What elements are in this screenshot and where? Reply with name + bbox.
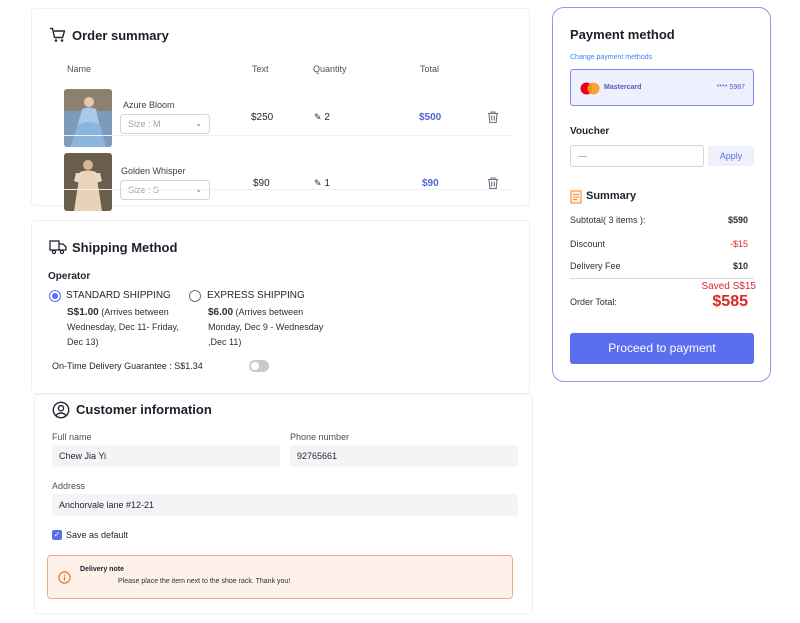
- shipping-option-label: EXPRESS SHIPPING: [207, 290, 305, 301]
- card-number: **** 5987: [716, 84, 745, 91]
- info-icon: [58, 571, 71, 584]
- delivery-fee-label: Delivery Fee: [570, 261, 621, 271]
- product-price: $250: [251, 112, 274, 123]
- shipping-option-price: S$1.00: [67, 307, 99, 318]
- shipping-option-detail: $6.00 (Arrives between Monday, Dec 9 - W…: [208, 305, 323, 350]
- delivery-guarantee-toggle[interactable]: [249, 360, 269, 372]
- delivery-note: Delivery note Please place the item next…: [47, 555, 513, 599]
- shipping-method-card: Shipping Method Operator STANDARD SHIPPI…: [31, 220, 530, 394]
- cart-icon: [50, 27, 66, 42]
- shipping-method-title: Shipping Method: [72, 240, 178, 255]
- order-total-label: Order Total:: [570, 297, 617, 307]
- radio-express-shipping[interactable]: [189, 290, 201, 302]
- change-payment-link[interactable]: Change payment methods: [570, 54, 652, 61]
- order-summary-title: Order summary: [72, 28, 169, 43]
- size-select[interactable]: Size : M ⌄: [120, 114, 210, 134]
- trash-icon[interactable]: [486, 110, 500, 124]
- column-header-text: Text: [252, 64, 269, 74]
- shipping-option-detail-3: Dec 13): [67, 337, 99, 347]
- customer-info-title: Customer information: [76, 402, 212, 417]
- radio-standard-shipping[interactable]: [49, 290, 61, 302]
- pencil-icon: ✎: [314, 112, 322, 122]
- subtotal-value: $590: [727, 215, 748, 225]
- shipping-option-detail-3: ,Dec 11): [208, 337, 242, 347]
- size-select-value: Size : S: [128, 185, 160, 195]
- subtotal-label: Subtotal( 3 items ):: [570, 215, 646, 225]
- discount-value: -$15: [729, 239, 748, 249]
- quantity-edit[interactable]: ✎ 2: [314, 112, 330, 123]
- quantity-value: 2: [324, 112, 330, 123]
- address-label: Address: [52, 481, 86, 491]
- size-select[interactable]: Size : S ⌄: [120, 180, 210, 200]
- voucher-input[interactable]: ---: [570, 145, 704, 167]
- truck-icon: [49, 240, 67, 255]
- full-name-label: Full name: [52, 432, 92, 442]
- order-summary-card: Order summary Name Text Quantity Total A…: [31, 8, 530, 211]
- column-header-name: Name: [67, 64, 92, 74]
- row-total: $90: [422, 178, 439, 189]
- shipping-option-detail-1: (Arrives between: [101, 307, 169, 317]
- shipping-option-label: STANDARD SHIPPING: [66, 290, 171, 301]
- delivery-note-text: Please place the item next to the shoe r…: [118, 578, 291, 585]
- column-header-total: Total: [420, 64, 440, 74]
- chevron-down-icon: ⌄: [195, 119, 202, 128]
- row-divider: [64, 135, 514, 136]
- quantity-value: 1: [324, 178, 330, 189]
- delivery-note-title: Delivery note: [80, 566, 124, 573]
- saved-amount: Saved S$15: [701, 281, 757, 292]
- customer-info-card: Customer information Full name Chew Jia …: [34, 394, 533, 614]
- product-image-azure-bloom: [64, 89, 112, 147]
- save-default-label: Save as default: [66, 530, 129, 540]
- card-brand: Mastercard: [604, 84, 642, 91]
- product-name: Golden Whisper: [121, 166, 186, 176]
- column-header-quantity: Quantity: [313, 64, 347, 74]
- shipping-option-detail-2: Monday, Dec 9 - Wednesday: [208, 322, 324, 332]
- product-image-golden-whisper: [64, 153, 112, 211]
- trash-icon[interactable]: [486, 176, 500, 190]
- summary-divider: [570, 278, 754, 279]
- size-select-value: Size : M: [128, 119, 161, 129]
- delivery-fee-value: $10: [732, 261, 748, 271]
- user-circle-icon: [52, 401, 70, 419]
- shipping-option-detail-2: Wednesday, Dec 11- Friday,: [67, 322, 179, 332]
- proceed-to-payment-button[interactable]: Proceed to payment: [570, 333, 754, 364]
- row-divider: [64, 189, 514, 190]
- summary-title: Summary: [586, 190, 637, 202]
- address-field[interactable]: Anchorvale lane #12-21: [52, 494, 518, 516]
- operator-label: Operator: [48, 271, 91, 282]
- apply-voucher-button[interactable]: Apply: [708, 146, 754, 166]
- shipping-option-detail: S$1.00 (Arrives between Wednesday, Dec 1…: [67, 305, 179, 350]
- delivery-guarantee-label: On-Time Delivery Guarantee : S$1.34: [52, 361, 203, 371]
- product-price: $90: [253, 178, 270, 189]
- row-total: $500: [419, 112, 442, 123]
- shipping-option-detail-1: (Arrives between: [235, 307, 304, 317]
- phone-number-label: Phone number: [290, 432, 350, 442]
- phone-number-field[interactable]: 92765661: [290, 445, 518, 467]
- order-total-value: $585: [712, 293, 748, 310]
- receipt-icon: [570, 190, 582, 204]
- shipping-option-price: $6.00: [208, 307, 234, 318]
- payment-method-title: Payment method: [570, 27, 675, 42]
- payment-method-card: Payment method Change payment methods Ma…: [552, 7, 771, 382]
- voucher-label: Voucher: [570, 126, 610, 137]
- product-name: Azure Bloom: [123, 100, 175, 110]
- save-default-checkbox[interactable]: ✓: [52, 530, 62, 540]
- full-name-field[interactable]: Chew Jia Yi: [52, 445, 280, 467]
- discount-label: Discount: [570, 239, 606, 249]
- pencil-icon: ✎: [314, 178, 322, 188]
- quantity-edit[interactable]: ✎ 1: [314, 178, 330, 189]
- mastercard-icon: [580, 82, 600, 95]
- mastercard-option[interactable]: Mastercard **** 5987: [570, 69, 754, 106]
